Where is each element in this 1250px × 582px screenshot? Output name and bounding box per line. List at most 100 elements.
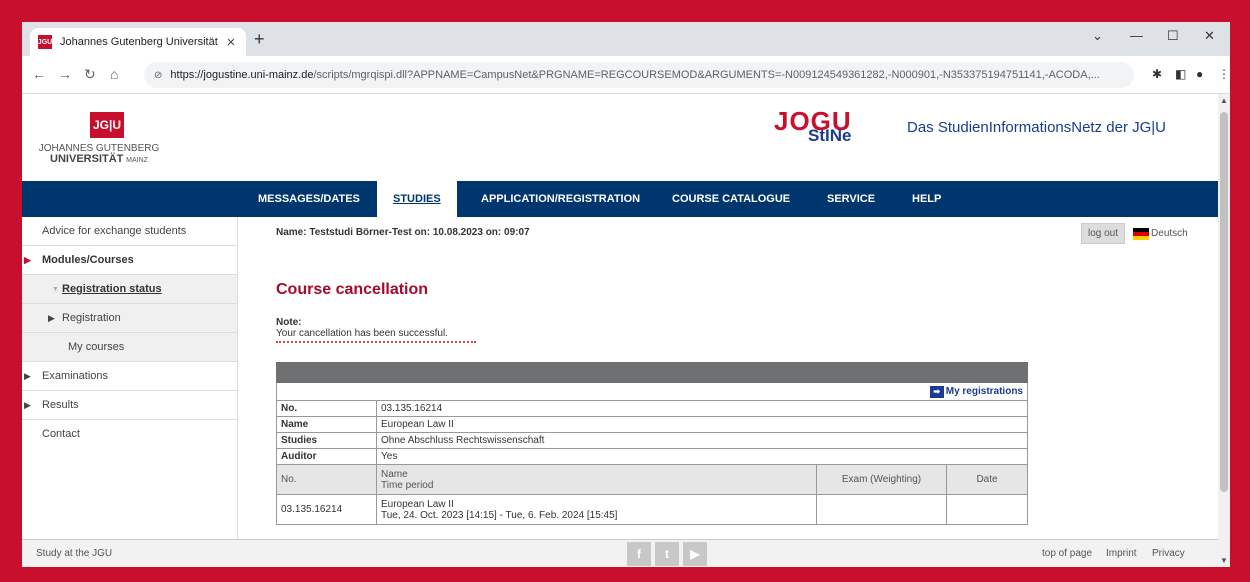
- imprint-link[interactable]: Imprint: [1106, 548, 1137, 559]
- profile-icon[interactable]: ●: [1196, 67, 1203, 81]
- tab-search-icon[interactable]: ⌄: [1092, 28, 1103, 44]
- privacy-link[interactable]: Privacy: [1152, 548, 1185, 559]
- detail-row-studies: Studies Ohne Abschluss Rechtswissenschaf…: [276, 432, 1028, 449]
- twitter-icon[interactable]: t: [655, 542, 679, 566]
- row-date: [946, 494, 1028, 525]
- url-path: /scripts/mgrqispi.dll?APPNAME=CampusNet&…: [313, 69, 1100, 81]
- browser-tab[interactable]: JGU Johannes Gutenberg Universität ✕: [30, 28, 246, 56]
- row-name-period: European Law II Tue, 24. Oct. 2023 [14:1…: [376, 494, 817, 525]
- sidebar-item-contact[interactable]: Contact: [22, 420, 237, 449]
- detail-value: Ohne Abschluss Rechtswissenschaft: [376, 432, 1028, 449]
- sidebar-item-my-courses[interactable]: My courses: [22, 333, 237, 362]
- top-right-controls: log out Deutsch: [1081, 223, 1188, 244]
- arrow-right-icon: ➡: [929, 385, 944, 398]
- sidebar-item-examinations[interactable]: ▶ Examinations: [22, 362, 237, 391]
- facebook-icon[interactable]: f: [627, 542, 651, 566]
- nav-course-catalogue[interactable]: COURSE CATALOGUE: [672, 181, 790, 217]
- scroll-down-icon[interactable]: ▼: [1220, 556, 1228, 565]
- url-host: https://jogustine.uni-mainz.de: [170, 69, 314, 81]
- selected-triangle-icon: ▼: [52, 286, 59, 293]
- jgu-mark: JG|U: [90, 112, 124, 138]
- detail-row-name: Name European Law II: [276, 416, 1028, 433]
- back-icon[interactable]: ←: [32, 66, 46, 82]
- detail-label: Name: [276, 416, 377, 433]
- main-nav: MESSAGES/DATES STUDIES APPLICATION/REGIS…: [22, 175, 1218, 217]
- close-window-icon[interactable]: ✕: [1204, 28, 1215, 44]
- expanded-triangle-icon: ▶: [24, 255, 31, 265]
- collapsed-triangle-icon: ▶: [48, 313, 55, 323]
- sidebar-item-registration[interactable]: ▶ Registration: [22, 304, 237, 333]
- table-header-bar: [276, 362, 1028, 383]
- main-content: Name: Teststudi Börner-Test on: 10.08.20…: [276, 217, 1216, 539]
- sidebar-item-label: Contact: [42, 428, 80, 440]
- page-scrollbar[interactable]: ▲ ▼: [1218, 94, 1230, 567]
- detail-value: Yes: [376, 448, 1028, 465]
- reload-icon[interactable]: ↻: [84, 66, 96, 83]
- browser-window: JGU Johannes Gutenberg Universität ✕ + ⌄…: [22, 22, 1230, 567]
- jogustine-logo[interactable]: JOGU StINe: [774, 106, 890, 158]
- collapsed-triangle-icon: ▶: [24, 400, 31, 410]
- youtube-icon[interactable]: ▶: [683, 542, 707, 566]
- top-of-page-link[interactable]: top of page: [1042, 548, 1092, 559]
- german-flag-icon[interactable]: [1133, 227, 1150, 240]
- column-header-period-label: Time period: [381, 479, 434, 491]
- address-toolbar: ← → ↻ ⌂ ⊘ https://jogustine.uni-mainz.de…: [22, 56, 1230, 94]
- sidebar-item-label: Modules/Courses: [42, 254, 134, 266]
- scroll-up-icon[interactable]: ▲: [1220, 96, 1228, 105]
- sidebar-item-registration-status[interactable]: ▼ Registration status: [22, 275, 237, 304]
- jgu-name-line2: UNIVERSITÄT: [50, 153, 124, 165]
- study-at-jgu-link[interactable]: Study at the JGU: [36, 548, 112, 559]
- minimize-icon[interactable]: —: [1130, 28, 1143, 43]
- spellcheck-underline: [276, 341, 476, 343]
- row-no: 03.135.16214: [276, 494, 377, 525]
- nav-help[interactable]: HELP: [912, 181, 941, 217]
- extensions-icon[interactable]: ✱: [1152, 67, 1162, 81]
- sidebar-item-modules-courses[interactable]: ▶ Modules/Courses: [22, 246, 237, 275]
- nav-service[interactable]: SERVICE: [827, 181, 875, 217]
- site-footer: Study at the JGU f t ▶ top of page Impri…: [22, 539, 1218, 567]
- nav-studies[interactable]: STUDIES: [377, 175, 457, 217]
- site-info-icon[interactable]: ⊘: [154, 70, 162, 81]
- close-tab-icon[interactable]: ✕: [224, 36, 238, 49]
- course-details-table: ➡ My registrations No. 03.135.16214 Name…: [276, 362, 1028, 525]
- my-registrations-link[interactable]: ➡ My registrations: [929, 385, 1023, 398]
- row-exam: [816, 494, 947, 525]
- my-registrations-label: My registrations: [945, 386, 1023, 397]
- maximize-icon[interactable]: ☐: [1167, 28, 1179, 44]
- web-page: JG|U JOHANNES GUTENBERG UNIVERSITÄT MAIN…: [22, 94, 1218, 567]
- jgu-name: JOHANNES GUTENBERG UNIVERSITÄT MAINZ: [34, 144, 164, 166]
- language-switch-link[interactable]: Deutsch: [1151, 228, 1188, 239]
- nav-application-registration[interactable]: APPLICATION/REGISTRATION: [481, 181, 640, 217]
- sidebar-item-exchange-advice[interactable]: Advice for exchange students: [22, 217, 237, 246]
- collapsed-triangle-icon: ▶: [24, 371, 31, 381]
- jgu-favicon-icon: JGU: [38, 35, 52, 49]
- column-header-name-label: Name: [381, 468, 408, 480]
- jgu-logo[interactable]: JG|U JOHANNES GUTENBERG UNIVERSITÄT MAIN…: [34, 112, 164, 166]
- logout-button[interactable]: log out: [1081, 223, 1126, 244]
- column-header-no: No.: [276, 464, 377, 495]
- social-links: f t ▶: [627, 542, 707, 566]
- sidebar-item-label: Advice for exchange students: [42, 225, 187, 237]
- tab-bar: JGU Johannes Gutenberg Universität ✕ + ⌄…: [22, 22, 1230, 56]
- jgu-name-city: MAINZ: [126, 157, 148, 164]
- sidebar: Advice for exchange students ▶ Modules/Co…: [22, 217, 238, 539]
- nav-messages-dates[interactable]: MESSAGES/DATES: [258, 181, 360, 217]
- sidebar-item-label: Registration status: [62, 283, 162, 295]
- side-panel-icon[interactable]: ◧: [1175, 67, 1186, 81]
- scrollbar-thumb[interactable]: [1220, 112, 1228, 492]
- stine-subword: StINe: [808, 126, 852, 145]
- site-header: JG|U JOHANNES GUTENBERG UNIVERSITÄT MAIN…: [22, 94, 1218, 181]
- column-header-name: Name Time period: [376, 464, 817, 495]
- detail-label: Auditor: [276, 448, 377, 465]
- sidebar-item-results[interactable]: ▶ Results: [22, 391, 237, 420]
- home-icon[interactable]: ⌂: [110, 66, 118, 82]
- sidebar-item-label: Results: [42, 399, 79, 411]
- menu-icon[interactable]: ⋮: [1218, 67, 1230, 81]
- new-tab-icon[interactable]: +: [254, 30, 265, 48]
- detail-value: 03.135.16214: [376, 400, 1028, 417]
- note-label: Note:: [276, 317, 302, 328]
- row-name: European Law II: [381, 498, 454, 510]
- url-bar[interactable]: ⊘ https://jogustine.uni-mainz.de/scripts…: [144, 62, 1134, 88]
- forward-icon[interactable]: →: [58, 66, 72, 82]
- detail-value: European Law II: [376, 416, 1028, 433]
